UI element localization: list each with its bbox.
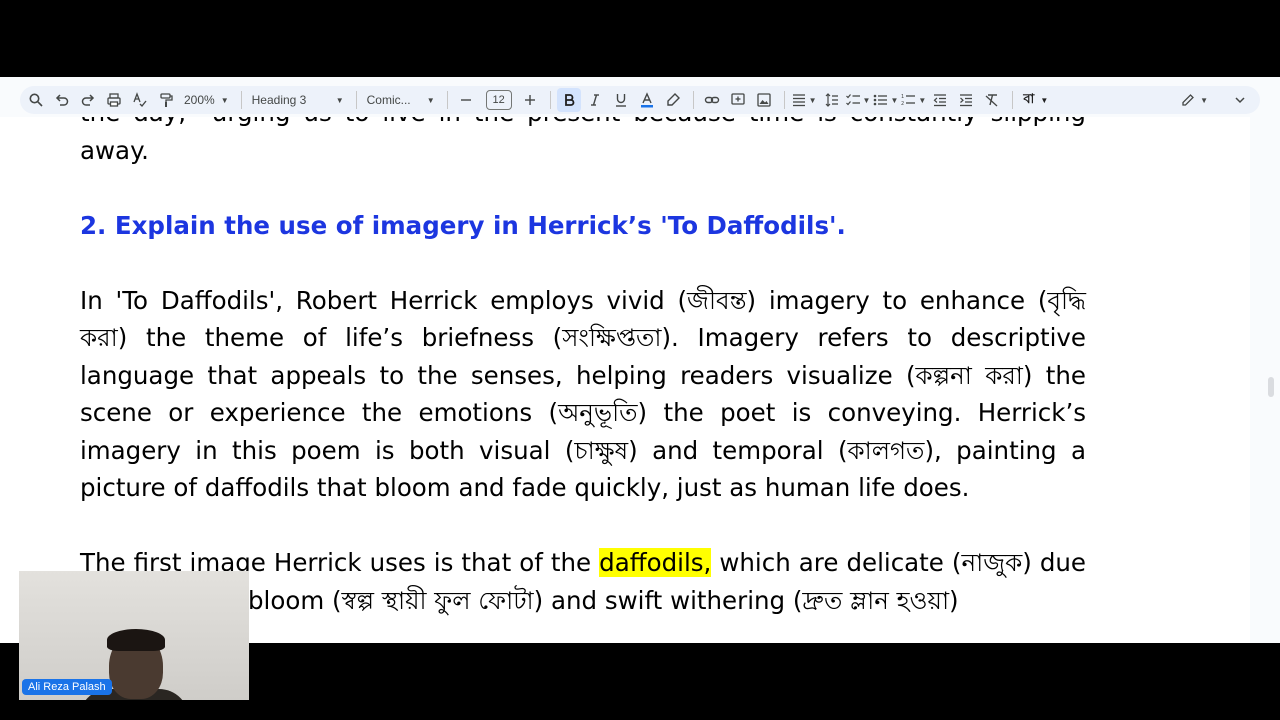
line-spacing-icon [825,93,838,107]
chevron-down-icon: ▼ [808,95,817,105]
clear-formatting-button[interactable] [980,88,1004,112]
input-tools-label: বা [1023,90,1035,106]
bullet-list-icon [874,94,888,106]
presenter-hair [107,629,165,651]
align-icon [792,94,805,107]
print-button[interactable] [102,88,126,112]
plus-icon [524,95,535,105]
search-icon [29,93,43,107]
line-spacing-button[interactable] [819,88,843,112]
paragraph-style-select[interactable]: Heading 3 ▼ [248,88,348,112]
italic-button[interactable] [583,88,607,112]
underline-button[interactable] [609,88,633,112]
redo-icon [81,94,95,106]
edit-mode-icon [1182,94,1194,106]
formatting-toolbar: 200% ▼ Heading 3 ▼ Comic... ▼ 12 ▼ ▼ ▼ 1… [20,86,1260,114]
toolbar-divider [446,91,448,109]
document-content[interactable]: the day,” urging us to live in the prese… [80,117,1086,619]
numbered-list-button[interactable]: 12 ▼ [900,88,926,112]
chevron-down-icon: ▼ [890,95,899,105]
font-size-input[interactable]: 12 [485,90,512,110]
decrease-indent-button[interactable] [928,88,952,112]
spellcheck-button[interactable] [128,88,152,112]
checklist-button[interactable]: ▼ [845,88,871,112]
collapse-icon [1235,97,1245,104]
undo-button[interactable] [50,88,74,112]
decrease-font-size-button[interactable] [454,88,478,112]
insert-image-button[interactable] [752,88,776,112]
svg-text:1: 1 [901,94,904,100]
document-page[interactable]: the day,” urging us to live in the prese… [0,117,1250,643]
vertical-scrollbar[interactable] [1268,377,1274,397]
spellcheck-icon [133,92,147,108]
italic-icon [590,94,599,106]
increase-font-size-button[interactable] [518,88,542,112]
toolbar-divider [692,91,694,109]
link-icon [704,96,719,104]
highlighted-word: daffodils, [599,548,712,577]
toolbar-divider [549,91,551,109]
webcam-overlay: Ali Reza Palash [19,571,249,700]
zoom-select[interactable]: 200% ▼ [180,88,233,112]
highlight-icon [666,93,680,106]
increase-indent-icon [960,94,973,107]
toolbar-divider [355,91,357,109]
undo-icon [55,94,69,106]
print-icon [107,93,121,107]
image-icon [756,93,771,107]
font-select[interactable]: Comic... ▼ [363,88,439,112]
toolbar-divider [240,91,242,109]
comment-icon [730,93,745,105]
underline-icon [615,94,626,107]
paint-format-icon [160,93,173,107]
font-value: Comic... [366,93,411,107]
checklist-icon [845,94,860,106]
zoom-value: 200% [184,93,215,107]
presenter-name-tag: Ali Reza Palash [22,679,112,695]
chevron-down-icon: ▼ [918,95,927,105]
numbered-list-icon: 12 [901,94,916,107]
decrease-indent-icon [933,94,947,107]
highlight-color-button[interactable] [661,88,685,112]
top-black-bar [0,0,1280,77]
hide-menus-button[interactable] [1228,88,1252,112]
question-heading: 2. Explain the use of imagery in Herrick… [80,210,846,240]
clear-format-icon [985,94,998,107]
bulleted-list-button[interactable]: ▼ [872,88,898,112]
paragraph-style-value: Heading 3 [251,93,307,107]
input-tools-button[interactable]: বা ▼ [1019,88,1052,112]
align-button[interactable]: ▼ [791,88,817,112]
search-menus-button[interactable] [24,88,48,112]
chevron-down-icon: ▼ [862,95,871,105]
paint-format-button[interactable] [154,88,178,112]
chevron-down-icon: ▼ [220,95,229,105]
toolbar-divider [783,91,785,109]
chevron-down-icon: ▼ [1200,95,1208,105]
chevron-down-icon: ▼ [426,95,435,105]
text-color-icon [640,92,653,108]
redo-button[interactable] [76,88,100,112]
insert-link-button[interactable] [700,88,724,112]
chevron-down-icon: ▼ [1040,95,1049,105]
toolbar-divider [1012,91,1014,109]
bold-button[interactable] [556,88,581,112]
minus-icon [460,99,471,101]
svg-text:2: 2 [901,101,904,107]
text-color-button[interactable] [635,88,659,112]
bold-icon [564,94,574,106]
increase-indent-button[interactable] [954,88,978,112]
paragraph-prev-ending: the day,” urging us to live in the prese… [80,117,1086,165]
answer-paragraph: In 'To Daffodils', Robert Herrick employ… [80,285,1086,503]
editing-mode-button[interactable]: ▼ [1180,88,1208,112]
add-comment-button[interactable] [726,88,750,112]
document-window: 200% ▼ Heading 3 ▼ Comic... ▼ 12 ▼ ▼ ▼ 1… [0,77,1280,643]
chevron-down-icon: ▼ [335,95,344,105]
